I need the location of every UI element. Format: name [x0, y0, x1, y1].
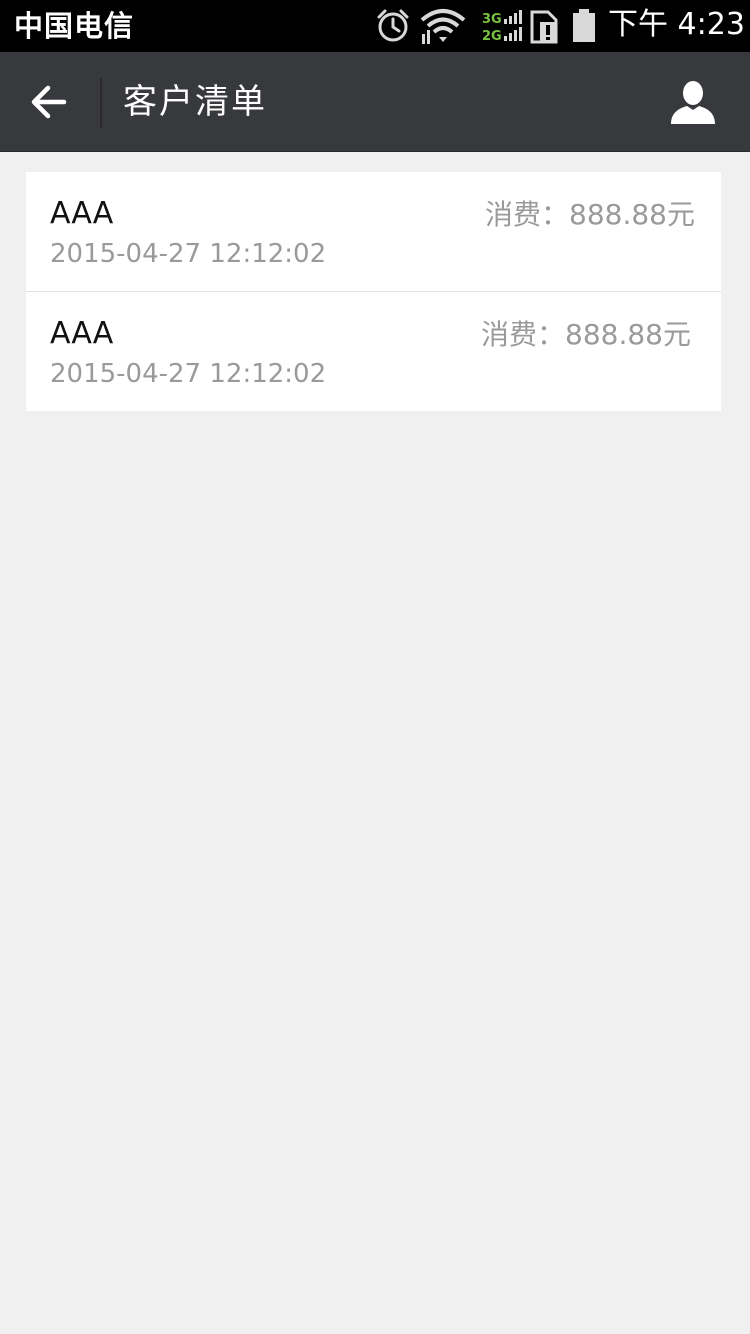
customer-spend: 消费：888.88元 — [485, 198, 695, 231]
customer-time: 2015-04-27 12:12:02 — [50, 359, 327, 389]
carrier-name: 中国电信 — [14, 9, 135, 43]
battery-icon — [571, 8, 597, 48]
list-item[interactable]: AAA 2015-04-27 12:12:02 消费：888.88元 — [26, 292, 721, 411]
user-icon — [671, 81, 715, 124]
nav-bar: 客户清单 — [0, 52, 750, 152]
svg-text:3G: 3G — [482, 12, 502, 27]
clock: 下午 4:23 — [608, 7, 745, 42]
wifi-icon — [418, 8, 468, 48]
profile-button[interactable] — [660, 72, 724, 136]
arrow-left-icon — [31, 85, 67, 119]
nav-divider — [100, 78, 102, 128]
status-bar: 中国电信 3G 2G 下午 4:23 — [0, 0, 750, 52]
list-item[interactable]: AAA 2015-04-27 12:12:02 消费：888.88元 — [26, 172, 721, 292]
page-title: 客户清单 — [123, 82, 267, 122]
customer-time: 2015-04-27 12:12:02 — [50, 239, 327, 269]
svg-text:2G: 2G — [482, 29, 502, 43]
customer-spend: 消费：888.88元 — [481, 318, 691, 351]
alarm-icon — [376, 8, 410, 48]
customer-name: AAA — [50, 316, 114, 351]
customer-name: AAA — [50, 196, 114, 231]
signal-icon: 3G 2G — [482, 9, 526, 47]
sim-alert-icon — [530, 8, 562, 48]
back-button[interactable] — [18, 70, 82, 134]
customer-list: AAA 2015-04-27 12:12:02 消费：888.88元 AAA 2… — [26, 172, 721, 411]
